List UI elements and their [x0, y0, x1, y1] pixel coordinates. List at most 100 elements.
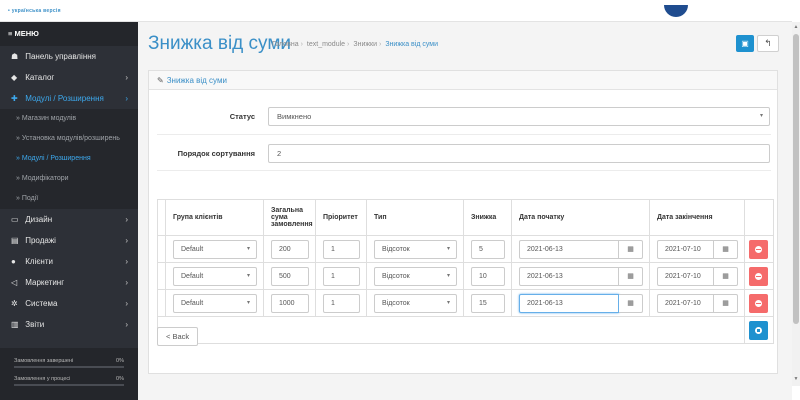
status-select[interactable]: Вимкнено ▾ — [268, 107, 770, 126]
order-total-input[interactable]: 200 — [271, 240, 309, 259]
main-content: Знижка від суми Головна › text_module › Зн… — [138, 22, 792, 386]
sort-order-input[interactable]: 2 — [268, 144, 770, 163]
table-cell: Default ▾ — [165, 235, 264, 263]
sidebar-item-sales[interactable]: ▤ Продажі › — [0, 230, 138, 251]
customer-group-select[interactable]: Default ▾ — [173, 240, 257, 259]
customer-group-select[interactable]: Default ▾ — [173, 294, 257, 313]
sidebar-item-customers[interactable]: ● Клієнти › — [0, 251, 138, 272]
table-header-row: Група клієнтів Загальна сума замовлення … — [157, 199, 774, 236]
priority-input[interactable]: 1 — [323, 240, 360, 259]
date-start-input[interactable]: 2021-06-13 — [519, 294, 619, 313]
table-cell: 10 — [463, 262, 512, 290]
calendar-icon[interactable]: ▦ — [714, 240, 738, 259]
caret-down-icon: ▾ — [246, 300, 250, 306]
calendar-icon[interactable]: ▦ — [619, 267, 643, 286]
discount-input[interactable]: 5 — [471, 240, 505, 259]
sidebar-item-label: Клієнти — [25, 257, 53, 266]
menu-title[interactable]: ≡ МЕНЮ — [0, 22, 138, 46]
submenu-item-events[interactable]: » Події — [0, 189, 138, 209]
sidebar-item-reports[interactable]: ▥ Звіти › — [0, 314, 138, 335]
sidebar-item-design[interactable]: ▭ Дизайн › — [0, 209, 138, 230]
discount-input[interactable]: 10 — [471, 267, 505, 286]
sidebar-item-label: Система — [25, 299, 58, 308]
remove-row-button[interactable] — [749, 294, 768, 313]
submenu-item-installer[interactable]: » Установка модулів/розширень — [0, 129, 138, 149]
status-label: Статус — [229, 112, 255, 121]
chevron-right-icon: › — [125, 236, 128, 245]
cancel-button[interactable]: ↰ — [757, 35, 779, 52]
calendar-icon[interactable]: ▦ — [714, 294, 738, 313]
submenu-item-extensions[interactable]: » Модулі / Розширення — [0, 149, 138, 169]
chevron-right-icon: › — [125, 94, 128, 103]
sidebar-item-system[interactable]: ✲ Система › — [0, 293, 138, 314]
user-icon: ● — [11, 257, 16, 266]
scrollbar-thumb[interactable] — [793, 34, 799, 324]
type-select[interactable]: Відсоток ▾ — [374, 240, 457, 259]
table-cell: Відсоток ▾ — [366, 289, 464, 317]
priority-input[interactable]: 1 — [323, 294, 360, 313]
submenu-item-marketplace[interactable]: » Магазин модулів — [0, 109, 138, 129]
scroll-down-arrow-icon[interactable]: ▼ — [792, 376, 800, 382]
share-icon: ◁ — [11, 278, 18, 287]
order-total-input[interactable]: 1000 — [271, 294, 309, 313]
scroll-up-arrow-icon[interactable]: ▲ — [792, 24, 800, 30]
table-row: Default ▾ 200 1 Відсоток ▾ 5 2021-06-13 ▦ 2… — [157, 235, 774, 263]
breadcrumb-module[interactable]: text_module — [307, 41, 345, 48]
table-cell: 2021-06-13 ▦ — [511, 262, 650, 290]
breadcrumb-discounts[interactable]: Знижки — [353, 41, 377, 48]
customer-group-select[interactable]: Default ▾ — [173, 267, 257, 286]
remove-row-button[interactable] — [749, 267, 768, 286]
submenu-item-modifications[interactable]: » Модифікатори — [0, 169, 138, 189]
table-cell — [157, 262, 166, 290]
sidebar-item-catalog[interactable]: ◆ Каталог › — [0, 67, 138, 88]
caret-down-icon: ▾ — [759, 113, 763, 119]
table-cell — [157, 316, 745, 344]
tag-icon: ◆ — [11, 73, 18, 82]
sidebar-item-marketing[interactable]: ◁ Маркетинг › — [0, 272, 138, 293]
discount-input[interactable]: 15 — [471, 294, 505, 313]
remove-row-button[interactable] — [749, 240, 768, 259]
discount-table: Група клієнтів Загальна сума замовлення … — [157, 199, 774, 344]
table-cell: 5 — [463, 235, 512, 263]
table-header-cell: Загальна сума замовлення — [263, 199, 316, 236]
date-end-field: 2021-07-10 ▦ — [657, 240, 738, 259]
select-value: Default — [181, 300, 204, 307]
calendar-icon[interactable]: ▦ — [619, 240, 643, 259]
type-select[interactable]: Відсоток ▾ — [374, 267, 457, 286]
table-cell — [157, 289, 166, 317]
calendar-icon[interactable]: ▦ — [714, 267, 738, 286]
table-cell — [744, 235, 774, 263]
save-button[interactable]: ▣ — [736, 35, 754, 52]
date-start-input[interactable]: 2021-06-13 — [519, 240, 619, 259]
dashboard-icon: ☗ — [11, 52, 19, 61]
date-end-input[interactable]: 2021-07-10 — [657, 240, 714, 259]
table-header-cell — [157, 199, 166, 236]
extensions-submenu: » Магазин модулів » Установка модулів/ро… — [0, 109, 138, 209]
caret-down-icon: ▾ — [446, 246, 450, 252]
table-row: Default ▾ 1000 1 Відсоток ▾ 15 2021-06-13 ▦… — [157, 289, 774, 317]
breadcrumb-home[interactable]: Головна — [272, 41, 299, 48]
calendar-icon[interactable]: ▦ — [619, 294, 643, 313]
date-end-input[interactable]: 2021-07-10 — [657, 267, 714, 286]
date-end-input[interactable]: 2021-07-10 — [657, 294, 714, 313]
order-total-input[interactable]: 500 — [271, 267, 309, 286]
table-cell — [744, 262, 774, 290]
table-header-cell: Група клієнтів — [165, 199, 264, 236]
date-start-input[interactable]: 2021-06-13 — [519, 267, 619, 286]
table-cell: 1 — [315, 235, 367, 263]
panel-title: Знижка від суми — [166, 76, 227, 85]
sidebar-item-label: Дизайн — [25, 215, 53, 224]
priority-input[interactable]: 1 — [323, 267, 360, 286]
add-row-button[interactable] — [749, 321, 768, 340]
breadcrumb-current[interactable]: Знижка від суми — [385, 41, 438, 48]
brand-text[interactable]: • українська версія — [8, 8, 61, 14]
type-select[interactable]: Відсоток ▾ — [374, 294, 457, 313]
progress-bar — [14, 366, 124, 368]
table-cell: 2021-06-13 ▦ — [511, 289, 650, 317]
back-button[interactable]: < Back — [157, 327, 199, 346]
table-header-cell: Дата закінчення — [649, 199, 745, 236]
sidebar-item-extensions[interactable]: ✚ Модулі / Розширення › — [0, 88, 138, 109]
date-end-field: 2021-07-10 ▦ — [657, 294, 738, 313]
save-icon: ▣ — [741, 39, 749, 48]
sidebar-item-dashboard[interactable]: ☗ Панель управління — [0, 46, 138, 67]
